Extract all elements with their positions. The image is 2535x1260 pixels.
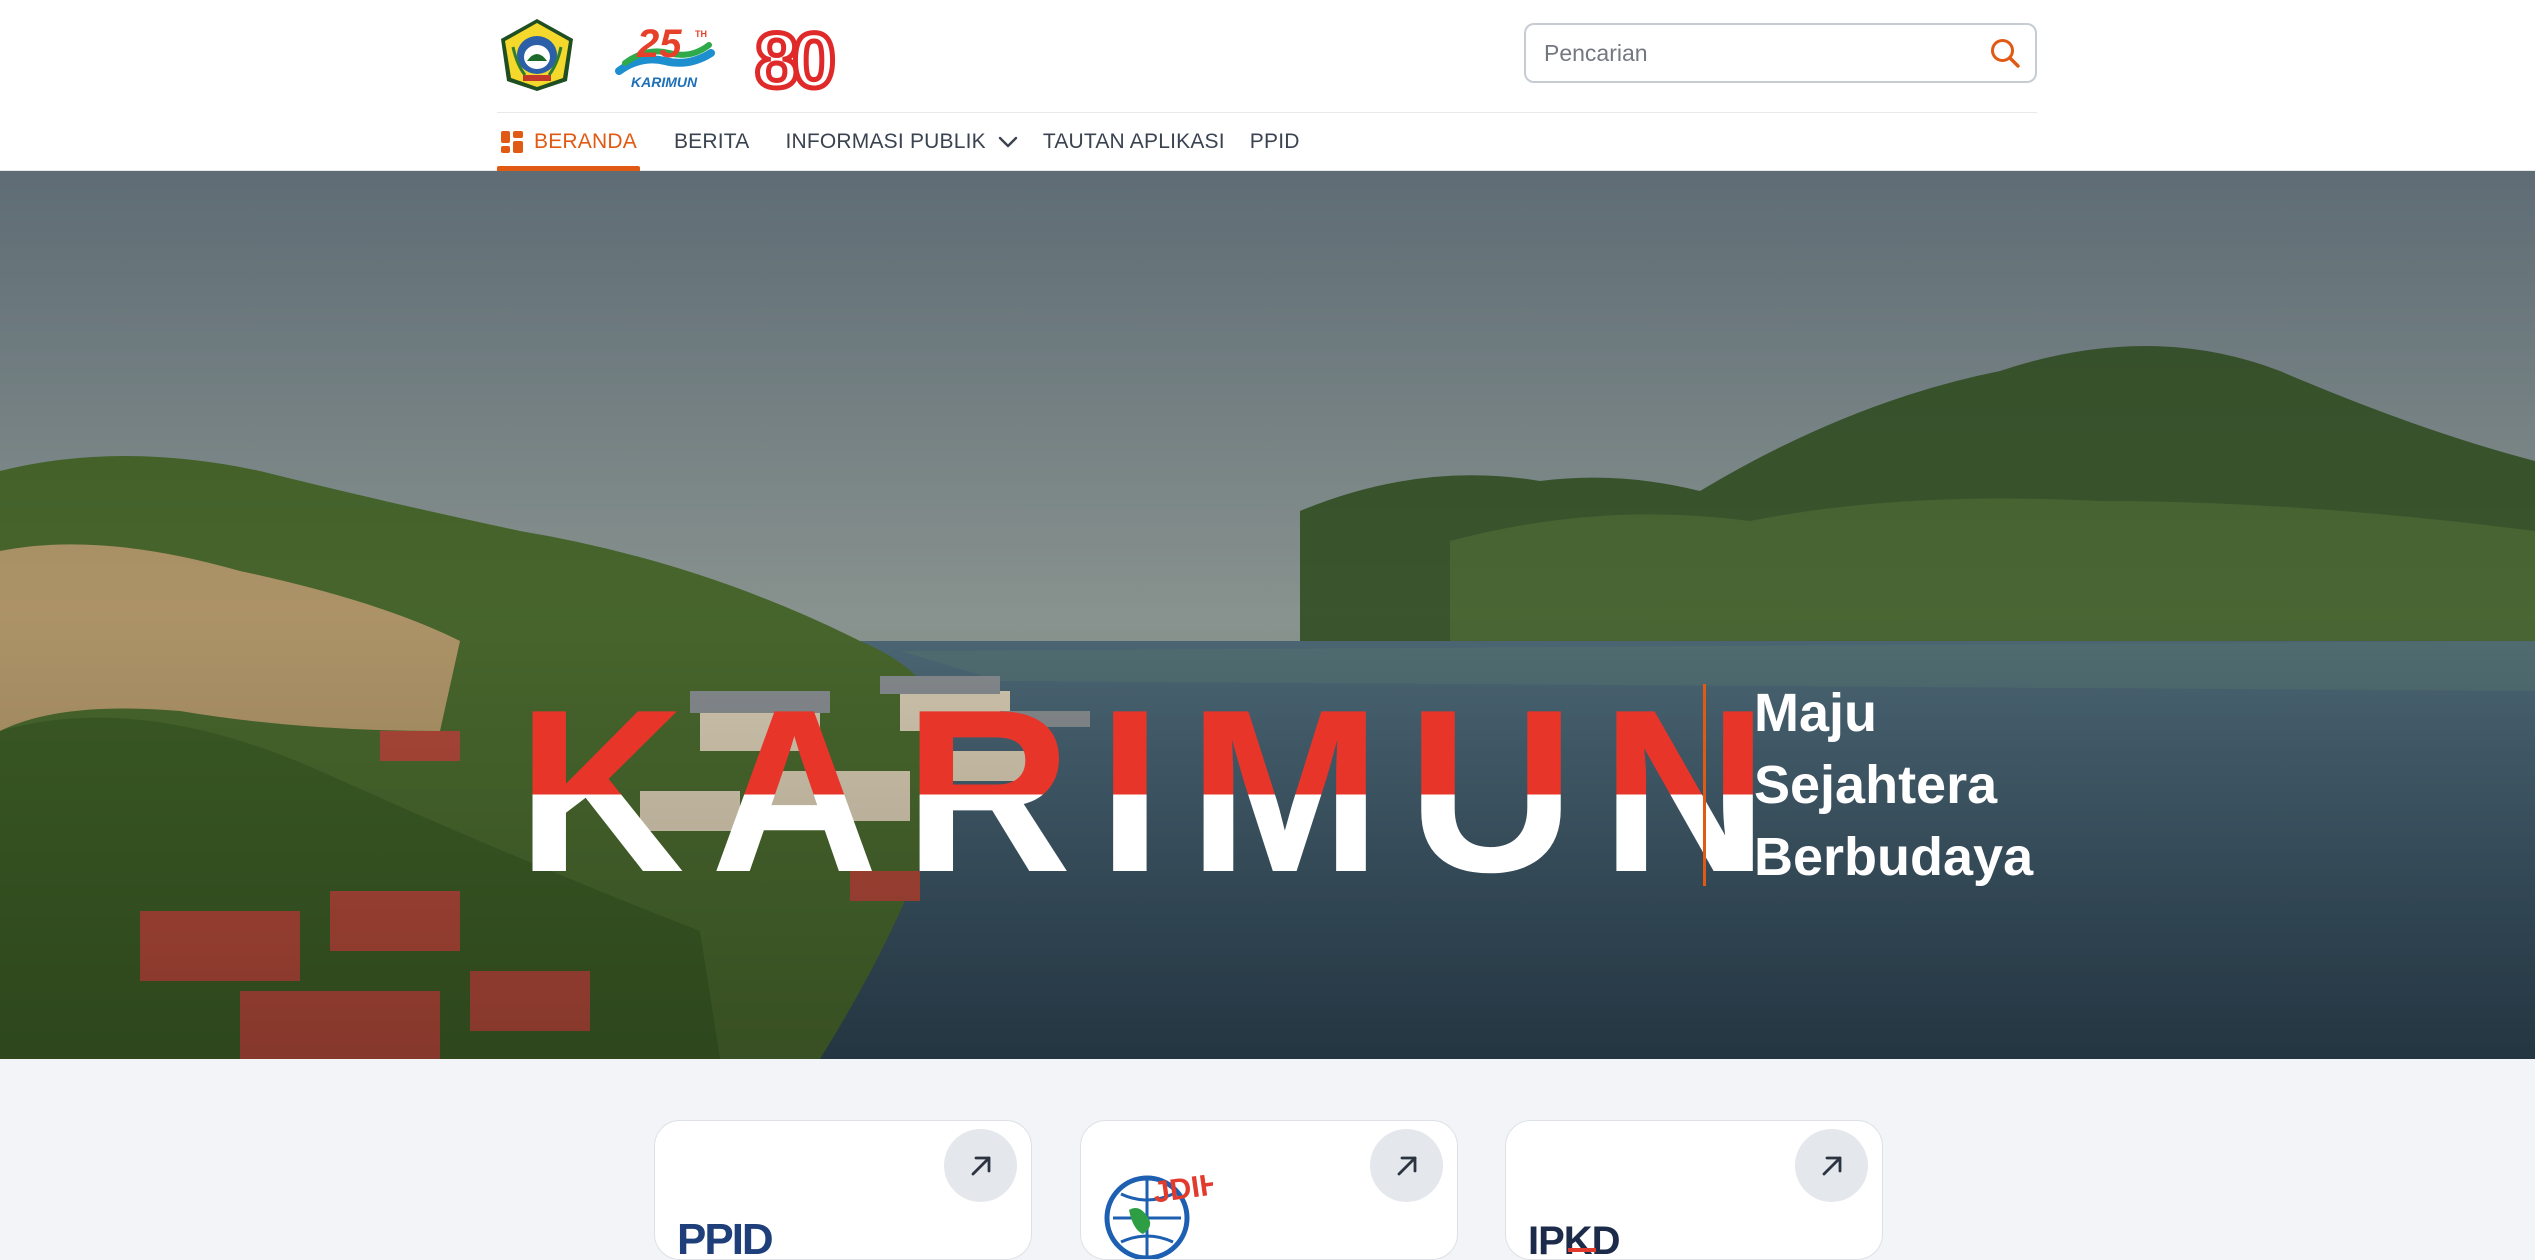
main-nav: BERANDA BERITA INFORMASI PUBLIK TAUTAN A… bbox=[497, 113, 1336, 171]
svg-text:25: 25 bbox=[636, 22, 682, 66]
80th-independence-logo[interactable]: 80 bbox=[753, 15, 839, 95]
card-ipkd[interactable]: IPKD bbox=[1505, 1120, 1883, 1260]
hero-background-image bbox=[0, 171, 2535, 1059]
quick-link-cards: PPID JDIH IPKD bbox=[0, 1120, 2535, 1260]
search-icon bbox=[1991, 39, 2020, 68]
nav-item-label: PPID bbox=[1249, 130, 1300, 153]
nav-item-label: TAUTAN APLIKASI bbox=[1042, 130, 1225, 153]
hero-tagline: Maju Sejahtera Berbudaya bbox=[1754, 677, 2033, 893]
ppid-logo-text: PPID bbox=[677, 1215, 772, 1258]
arrow-up-right-icon[interactable] bbox=[944, 1129, 1017, 1202]
nav-item-berita[interactable]: BERITA bbox=[674, 113, 750, 171]
hero-title: KARIMUN bbox=[517, 662, 1795, 921]
card-ppid[interactable]: PPID bbox=[654, 1120, 1032, 1260]
ipkd-logo: IPKD bbox=[1528, 1208, 1648, 1259]
card-jdih[interactable]: JDIH bbox=[1080, 1120, 1458, 1260]
ppid-logo: PPID bbox=[677, 1208, 797, 1259]
hero-title-divider bbox=[1703, 684, 1706, 886]
nav-item-label: INFORMASI PUBLIK bbox=[785, 130, 986, 153]
nav-item-tautan-aplikasi[interactable]: TAUTAN APLIKASI bbox=[1043, 113, 1225, 171]
brand-logos: 25 TH KARIMUN 80 bbox=[497, 14, 839, 96]
25th-anniversary-logo[interactable]: 25 TH KARIMUN bbox=[611, 15, 719, 95]
nav-item-label: BERITA bbox=[673, 130, 750, 153]
tagline-line: Sejahtera bbox=[1754, 755, 1998, 815]
arrow-up-right-icon[interactable] bbox=[1795, 1129, 1868, 1202]
site-header: 25 TH KARIMUN 80 Pencarian BERANDA BERIT… bbox=[0, 0, 2535, 171]
nav-item-label: BERANDA bbox=[534, 130, 637, 153]
karimun-regency-emblem[interactable] bbox=[497, 15, 577, 95]
nav-item-ppid[interactable]: PPID bbox=[1250, 113, 1300, 171]
jdih-logo-text: JDIH bbox=[1151, 1167, 1213, 1209]
80-logo-text: 80 bbox=[755, 17, 833, 93]
chevron-down-icon bbox=[998, 136, 1018, 148]
nav-item-informasi-publik[interactable]: INFORMASI PUBLIK bbox=[785, 113, 1018, 171]
dashboard-icon bbox=[500, 130, 524, 154]
svg-text:TH: TH bbox=[695, 29, 707, 39]
jdih-logo: JDIH bbox=[1103, 1160, 1223, 1259]
search-input[interactable] bbox=[1526, 25, 1975, 81]
nav-item-beranda[interactable]: BERANDA bbox=[497, 113, 640, 171]
anniversary-logo-text: KARIMUN bbox=[631, 74, 698, 90]
tagline-line: Maju bbox=[1754, 683, 1878, 743]
search-button[interactable] bbox=[1975, 25, 2035, 81]
ipkd-logo-text: IPKD bbox=[1528, 1219, 1620, 1258]
tagline-line: Berbudaya bbox=[1754, 827, 2034, 887]
search-box bbox=[1524, 23, 2037, 83]
arrow-up-right-icon[interactable] bbox=[1370, 1129, 1443, 1202]
hero-banner: KARIMUN Maju Sejahtera Berbudaya bbox=[0, 171, 2535, 1059]
